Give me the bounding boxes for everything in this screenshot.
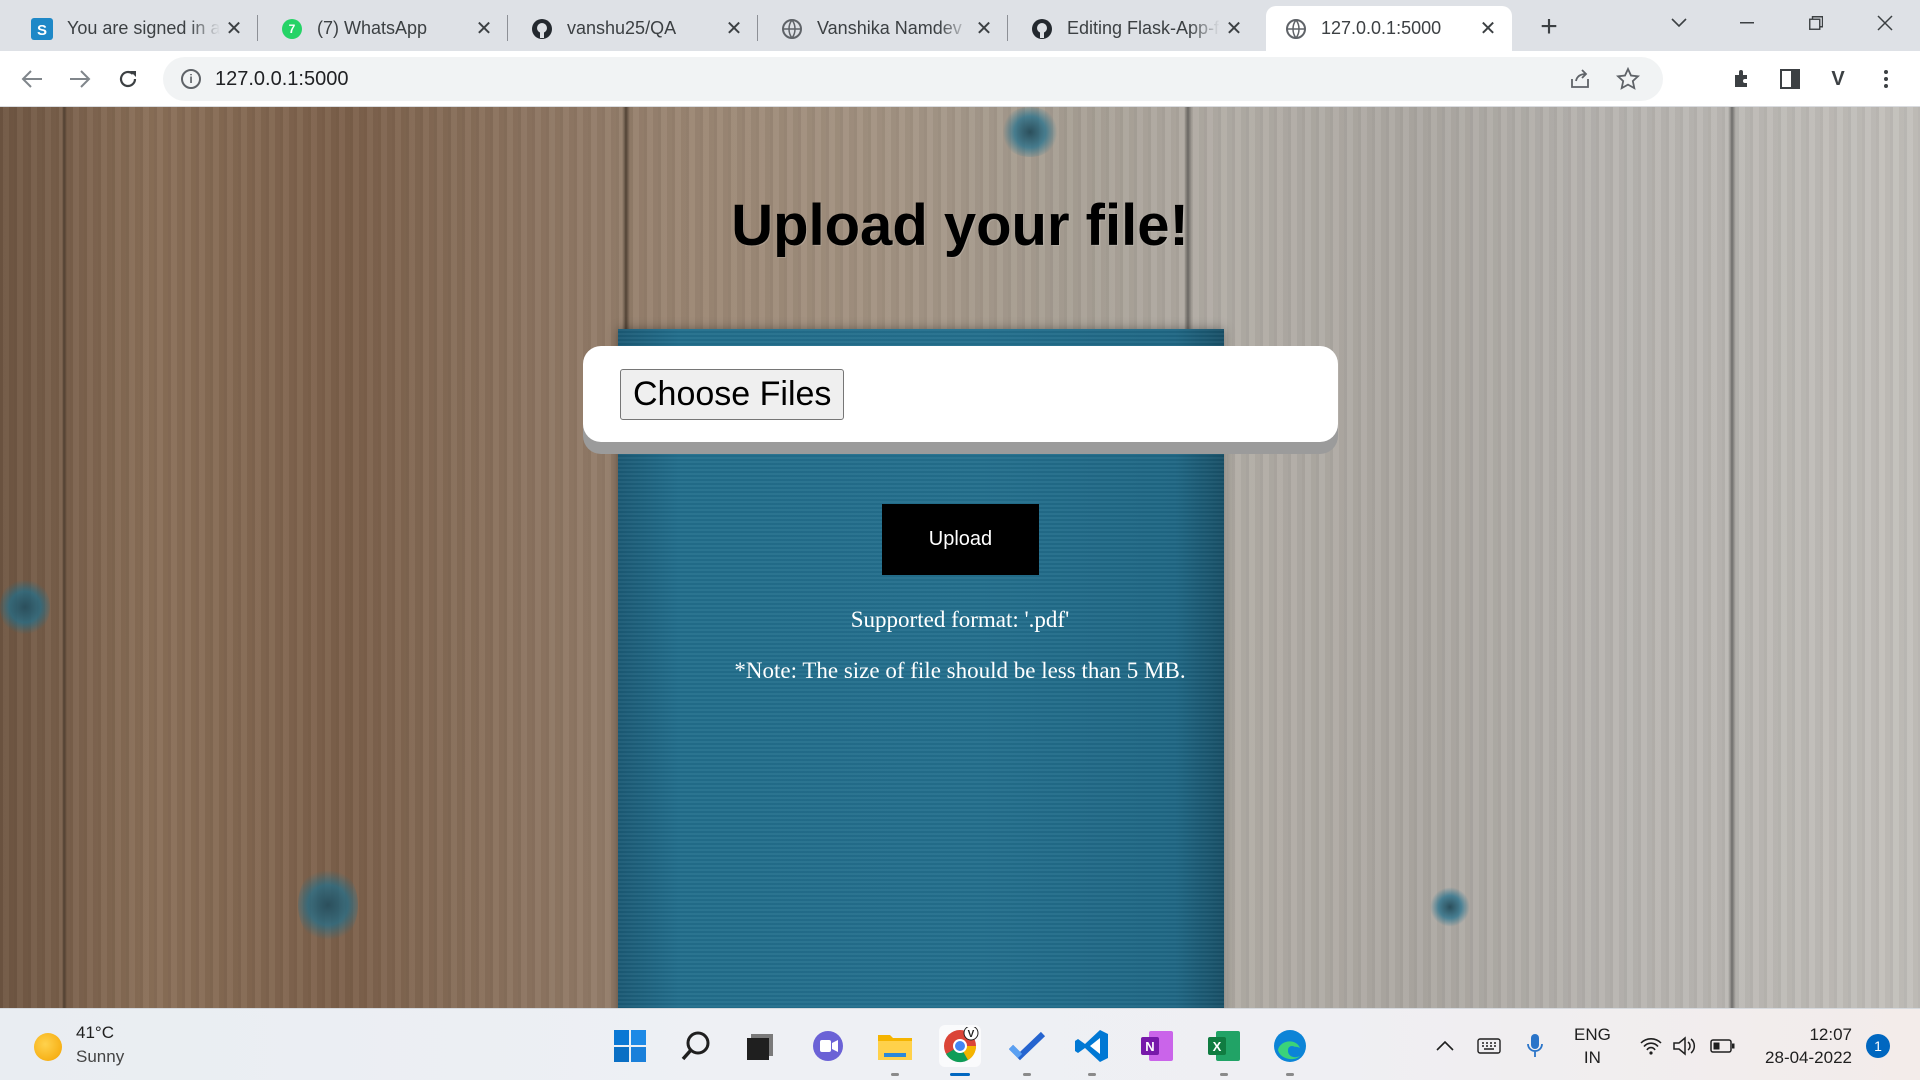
tab-title: 127.0.0.1:5000 xyxy=(1321,18,1442,38)
svg-text:X: X xyxy=(1213,1039,1222,1054)
tab-localhost[interactable]: 127.0.0.1:5000 ✕ xyxy=(1266,6,1512,51)
svg-text:V: V xyxy=(968,1029,975,1040)
upload-button[interactable]: Upload xyxy=(882,504,1039,575)
svg-text:N: N xyxy=(1145,1039,1154,1054)
tab-editing-flask[interactable]: Editing Flask-App-f ✕ xyxy=(1012,6,1258,51)
github-icon xyxy=(530,17,553,40)
bookmark-star-icon[interactable] xyxy=(1615,66,1641,92)
active-indicator xyxy=(950,1073,970,1076)
edge-icon[interactable] xyxy=(1269,1025,1311,1076)
tab-separator xyxy=(507,15,508,41)
tab-separator xyxy=(757,15,758,41)
show-hidden-icons-chevron-icon[interactable] xyxy=(1430,1031,1460,1061)
page-viewport: Upload your file! Choose Files Upload Su… xyxy=(0,107,1920,1008)
globe-icon xyxy=(780,17,803,40)
keyboard-icon[interactable] xyxy=(1474,1031,1504,1061)
close-tab-icon[interactable]: ✕ xyxy=(470,15,498,43)
file-explorer-icon[interactable] xyxy=(874,1025,916,1076)
file-input-card: Choose Files xyxy=(583,346,1338,442)
microphone-icon[interactable] xyxy=(1520,1031,1550,1061)
tab-title: vanshu25/QA xyxy=(567,18,677,38)
tab-title: Vanshika Namdev xyxy=(817,18,962,38)
close-tab-icon[interactable]: ✕ xyxy=(1220,15,1248,43)
language-code: ENG xyxy=(1574,1025,1611,1044)
tab-github-qa[interactable]: vanshu25/QA ✕ xyxy=(512,6,758,51)
page-title: Upload your file! xyxy=(731,193,1189,258)
language-indicator[interactable]: ENG IN xyxy=(1574,1023,1611,1069)
minimize-icon[interactable] xyxy=(1713,0,1781,45)
choose-files-button[interactable]: Choose Files xyxy=(620,369,845,420)
site-info-icon[interactable]: i xyxy=(181,69,201,89)
extensions-puzzle-icon[interactable] xyxy=(1726,63,1758,95)
github-icon xyxy=(1030,17,1053,40)
notification-badge[interactable]: 1 xyxy=(1866,1034,1890,1058)
tab-vanshika[interactable]: Vanshika Namdev ✕ xyxy=(762,6,1008,51)
restore-icon[interactable] xyxy=(1782,0,1850,45)
supported-format-text: Supported format: '.pdf' xyxy=(850,607,1070,632)
new-tab-button[interactable]: + xyxy=(1530,8,1568,46)
side-panel-icon[interactable] xyxy=(1774,63,1806,95)
onenote-icon[interactable]: N xyxy=(1136,1025,1178,1067)
tab-simplenote[interactable]: S You are signed in as ✕ xyxy=(12,6,258,51)
teams-chat-icon[interactable] xyxy=(807,1025,849,1067)
tab-title: You are signed in as xyxy=(67,18,220,38)
tab-separator xyxy=(1007,15,1008,41)
close-tab-icon[interactable]: ✕ xyxy=(220,15,248,43)
vscode-icon[interactable] xyxy=(1071,1025,1113,1076)
tab-title: Editing Flask-App-f xyxy=(1067,18,1220,38)
language-region: IN xyxy=(1583,1048,1601,1067)
tab-separator xyxy=(257,15,258,41)
back-arrow-icon[interactable] xyxy=(14,61,50,97)
browser-menu-icon[interactable] xyxy=(1870,63,1902,95)
system-clock[interactable]: 12:07 28-04-2022 xyxy=(1752,1023,1852,1069)
address-bar[interactable]: i 127.0.0.1:5000 xyxy=(163,57,1663,101)
tab-search-chevron-icon[interactable] xyxy=(1645,0,1713,45)
wifi-icon[interactable] xyxy=(1636,1031,1666,1061)
svg-text:7: 7 xyxy=(288,22,295,36)
browser-toolbar: i 127.0.0.1:5000 V xyxy=(0,51,1920,107)
close-tab-icon[interactable]: ✕ xyxy=(720,15,748,43)
todo-icon[interactable] xyxy=(1006,1025,1048,1076)
sunny-weather-icon[interactable] xyxy=(34,1033,62,1061)
running-indicator xyxy=(1220,1073,1228,1076)
profile-avatar[interactable]: V xyxy=(1822,63,1854,95)
wood-knot xyxy=(1000,107,1060,157)
wood-knot xyxy=(1430,887,1470,927)
close-window-icon[interactable] xyxy=(1851,0,1919,45)
forward-arrow-icon[interactable] xyxy=(62,61,98,97)
share-icon[interactable] xyxy=(1567,66,1593,92)
excel-icon[interactable]: X xyxy=(1203,1025,1245,1076)
tab-strip: S You are signed in as ✕ 7 (7) WhatsApp … xyxy=(0,0,1920,51)
volume-icon[interactable] xyxy=(1670,1031,1700,1061)
reload-icon[interactable] xyxy=(110,61,146,97)
address-url[interactable]: 127.0.0.1:5000 xyxy=(215,68,348,91)
start-icon[interactable] xyxy=(609,1025,651,1067)
weather-temperature[interactable]: 41°C xyxy=(76,1023,114,1043)
running-indicator xyxy=(891,1073,899,1076)
svg-text:S: S xyxy=(36,22,46,39)
clock-date: 28-04-2022 xyxy=(1765,1048,1852,1067)
tab-whatsapp[interactable]: 7 (7) WhatsApp ✕ xyxy=(262,6,508,51)
windows-taskbar: 41°C Sunny V N X ENG IN 12:07 28-04-2022… xyxy=(0,1008,1920,1080)
file-size-note: *Note: The size of file should be less t… xyxy=(734,658,1186,683)
battery-icon[interactable] xyxy=(1708,1031,1738,1061)
close-tab-icon[interactable]: ✕ xyxy=(1474,15,1502,43)
weather-condition[interactable]: Sunny xyxy=(76,1047,124,1067)
wood-knot xyxy=(298,865,358,945)
chrome-icon[interactable]: V xyxy=(939,1025,981,1076)
simplenote-icon: S xyxy=(30,17,53,40)
running-indicator xyxy=(1286,1073,1294,1076)
running-indicator xyxy=(1088,1073,1096,1076)
clock-time: 12:07 xyxy=(1809,1025,1852,1044)
close-tab-icon[interactable]: ✕ xyxy=(970,15,998,43)
whatsapp-icon: 7 xyxy=(280,17,303,40)
task-view-icon[interactable] xyxy=(739,1025,781,1067)
search-icon[interactable] xyxy=(675,1025,717,1067)
tab-title: (7) WhatsApp xyxy=(317,18,428,38)
running-indicator xyxy=(1023,1073,1031,1076)
globe-icon xyxy=(1284,17,1307,40)
